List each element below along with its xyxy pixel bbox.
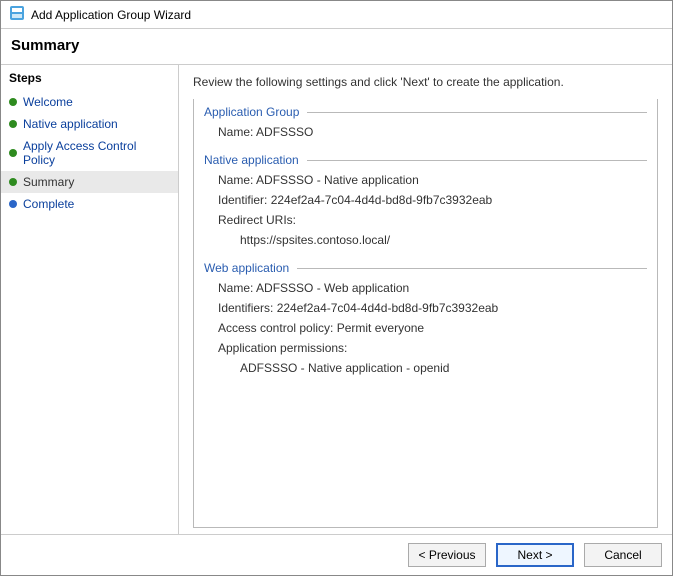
- step-label: Apply Access Control Policy: [23, 139, 170, 167]
- titlebar: Add Application Group Wizard: [1, 1, 672, 29]
- field-value: 224ef2a4-7c04-4d4d-bd8d-9fb7c3932eab: [271, 193, 493, 207]
- previous-button[interactable]: < Previous: [408, 543, 486, 567]
- field-label: Name: [218, 173, 256, 187]
- cancel-button[interactable]: Cancel: [584, 543, 662, 567]
- summary-panel: Application Group NameADFSSSO Native app…: [193, 99, 658, 528]
- field-label: Identifiers: [218, 301, 277, 315]
- steps-sidebar: Steps Welcome Native application Apply A…: [1, 65, 179, 534]
- field-value: Permit everyone: [337, 321, 424, 335]
- bullet-current-icon: [9, 178, 17, 186]
- instruction-text: Review the following settings and click …: [193, 75, 658, 89]
- field-value: 224ef2a4-7c04-4d4d-bd8d-9fb7c3932eab: [277, 301, 499, 315]
- section-header-native: Native application: [204, 153, 647, 167]
- field-label: Name: [218, 125, 256, 139]
- bullet-pending-icon: [9, 200, 17, 208]
- web-permissions-label: Application permissions:: [204, 337, 647, 357]
- step-welcome[interactable]: Welcome: [1, 91, 178, 113]
- section-divider: [307, 160, 647, 161]
- field-label: Access control policy: [218, 321, 337, 335]
- bullet-done-icon: [9, 149, 17, 157]
- field-value: ADFSSSO - Native application: [256, 173, 419, 187]
- field-label: Name: [218, 281, 256, 295]
- native-redirect-value: https://spsites.contoso.local/: [204, 229, 647, 249]
- window-title: Add Application Group Wizard: [31, 8, 191, 22]
- step-complete[interactable]: Complete: [1, 193, 178, 215]
- steps-heading: Steps: [1, 69, 178, 91]
- step-label: Complete: [23, 197, 74, 211]
- app-group-name: NameADFSSSO: [204, 121, 647, 141]
- web-identifiers: Identifiers224ef2a4-7c04-4d4d-bd8d-9fb7c…: [204, 297, 647, 317]
- bullet-done-icon: [9, 120, 17, 128]
- step-label: Welcome: [23, 95, 73, 109]
- step-label: Native application: [23, 117, 118, 131]
- app-icon: [9, 5, 25, 24]
- bullet-done-icon: [9, 98, 17, 106]
- section-title: Native application: [204, 153, 299, 167]
- step-summary[interactable]: Summary: [1, 171, 178, 193]
- section-divider: [307, 112, 647, 113]
- native-identifier: Identifier224ef2a4-7c04-4d4d-bd8d-9fb7c3…: [204, 189, 647, 209]
- web-name: NameADFSSSO - Web application: [204, 277, 647, 297]
- native-name: NameADFSSSO - Native application: [204, 169, 647, 189]
- section-header-app-group: Application Group: [204, 105, 647, 119]
- section-divider: [297, 268, 647, 269]
- web-permissions-value: ADFSSSO - Native application - openid: [204, 357, 647, 377]
- section-header-web: Web application: [204, 261, 647, 275]
- field-value: ADFSSSO: [256, 125, 313, 139]
- field-value: ADFSSSO - Web application: [256, 281, 409, 295]
- native-redirect-label: Redirect URIs:: [204, 209, 647, 229]
- web-access-control-policy: Access control policyPermit everyone: [204, 317, 647, 337]
- step-native-application[interactable]: Native application: [1, 113, 178, 135]
- step-access-control-policy[interactable]: Apply Access Control Policy: [1, 135, 178, 171]
- section-title: Application Group: [204, 105, 299, 119]
- field-label: Identifier: [218, 193, 271, 207]
- wizard-footer: < Previous Next > Cancel: [1, 534, 672, 575]
- page-title: Summary: [1, 29, 672, 65]
- step-label: Summary: [23, 175, 74, 189]
- next-button[interactable]: Next >: [496, 543, 574, 567]
- section-title: Web application: [204, 261, 289, 275]
